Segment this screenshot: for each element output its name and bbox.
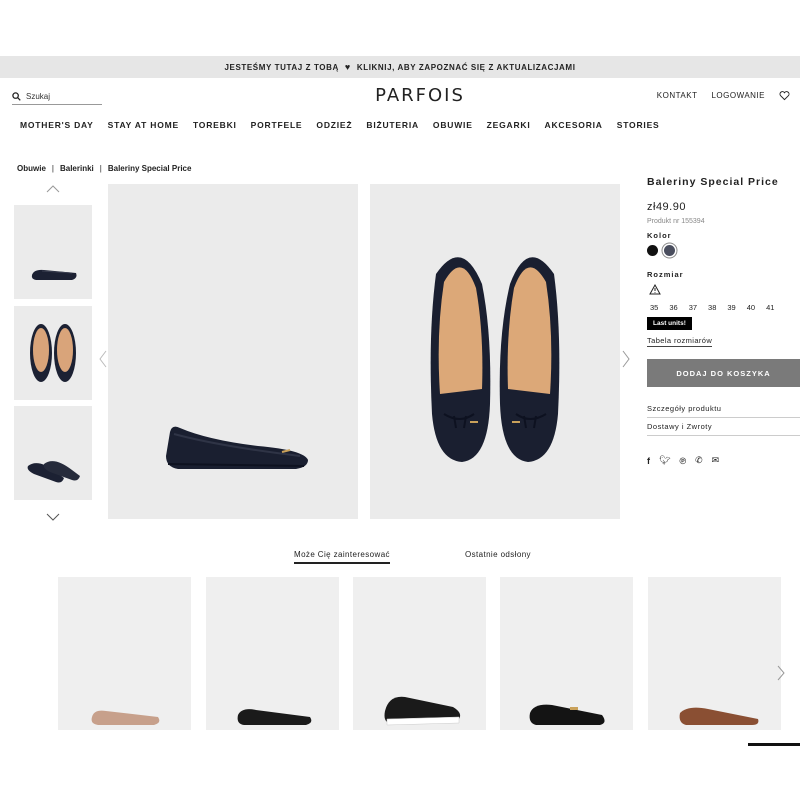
heart-icon: ♥ bbox=[344, 62, 351, 72]
size-option[interactable]: 35 bbox=[650, 303, 658, 312]
product-details-toggle[interactable]: Szczegóły produktu bbox=[647, 399, 800, 418]
color-swatch-navy[interactable] bbox=[664, 245, 675, 256]
nav-item-portfele[interactable]: PORTFELE bbox=[251, 120, 303, 130]
product-price: zł49.90 bbox=[647, 201, 686, 213]
product-card[interactable] bbox=[500, 577, 633, 730]
login-link[interactable]: LOGOWANIE bbox=[711, 91, 765, 100]
product-image-top[interactable] bbox=[370, 184, 620, 519]
product-card[interactable] bbox=[353, 577, 486, 730]
search-icon bbox=[12, 91, 21, 101]
recommendation-tabs: Może Cię zainteresować Ostatnie odsłony bbox=[294, 550, 531, 564]
announcement-text-right: KLIKNIJ, ABY ZAPOZNAĆ SIĘ Z AKTUALIZACJA… bbox=[356, 62, 576, 72]
main-nav: MOTHER'S DAY STAY AT HOME TOREBKI PORTFE… bbox=[20, 120, 660, 130]
size-option[interactable]: 41 bbox=[766, 303, 774, 312]
search-input[interactable] bbox=[26, 91, 96, 101]
nav-item-torebki[interactable]: TOREBKI bbox=[193, 120, 237, 130]
nav-item-odziez[interactable]: ODZIEŻ bbox=[316, 120, 352, 130]
nav-item-stay-at-home[interactable]: STAY AT HOME bbox=[108, 120, 179, 130]
chevron-left-icon[interactable] bbox=[98, 350, 108, 368]
size-option[interactable]: 38 bbox=[708, 303, 716, 312]
chevron-down-icon[interactable] bbox=[46, 512, 60, 522]
announcement-text-left: JESTEŚMY TUTAJ Z TOBĄ bbox=[224, 62, 339, 72]
breadcrumb-item[interactable]: Balerinki bbox=[60, 164, 94, 173]
product-info: Baleriny Special Price zł49.90 Produkt n… bbox=[647, 176, 800, 348]
product-card[interactable] bbox=[206, 577, 339, 730]
size-option[interactable]: 40 bbox=[747, 303, 755, 312]
size-option[interactable]: 37 bbox=[689, 303, 697, 312]
breadcrumb-item: Baleriny Special Price bbox=[107, 164, 192, 173]
product-code: Produkt nr 155394 bbox=[647, 218, 705, 225]
warning-icon bbox=[649, 283, 661, 295]
nav-item-akcesoria[interactable]: AKCESORIA bbox=[545, 120, 603, 130]
share-bar: f 🐦︎ ℗ ✆ ✉ bbox=[647, 455, 719, 466]
thumbnail-top-view[interactable] bbox=[14, 306, 92, 400]
chevron-right-icon[interactable] bbox=[621, 350, 631, 368]
chevron-right-icon[interactable] bbox=[777, 665, 785, 681]
breadcrumb: Obuwie | Balerinki | Baleriny Special Pr… bbox=[17, 164, 191, 173]
search-box[interactable] bbox=[12, 88, 102, 105]
thumbnail-side-view[interactable] bbox=[14, 205, 92, 299]
nav-item-zegarki[interactable]: ZEGARKI bbox=[487, 120, 531, 130]
nav-item-obuwie[interactable]: OBUWIE bbox=[433, 120, 473, 130]
breadcrumb-separator: | bbox=[99, 164, 102, 173]
scroll-indicator bbox=[748, 743, 800, 746]
breadcrumb-item[interactable]: Obuwie bbox=[17, 164, 46, 173]
size-option[interactable]: 39 bbox=[727, 303, 735, 312]
size-label: Rozmiar bbox=[647, 270, 684, 279]
pinterest-icon[interactable]: ℗ bbox=[679, 456, 686, 466]
breadcrumb-separator: | bbox=[51, 164, 54, 173]
product-card[interactable] bbox=[58, 577, 191, 730]
last-units-badge: Last units! bbox=[647, 317, 692, 330]
shipping-returns-toggle[interactable]: Dostawy i Zwroty bbox=[647, 417, 800, 436]
nav-item-stories[interactable]: STORIES bbox=[617, 120, 660, 130]
contact-link[interactable]: KONTAKT bbox=[657, 91, 698, 100]
add-to-cart-button[interactable]: DODAJ DO KOSZYKA bbox=[647, 359, 800, 387]
twitter-icon[interactable]: 🐦︎ bbox=[659, 455, 670, 466]
whatsapp-icon[interactable]: ✆ bbox=[695, 455, 703, 466]
email-icon[interactable]: ✉ bbox=[712, 455, 720, 466]
product-title: Baleriny Special Price bbox=[647, 176, 779, 188]
tab-recently-viewed[interactable]: Ostatnie odsłony bbox=[465, 550, 531, 564]
facebook-icon[interactable]: f bbox=[647, 456, 650, 466]
size-options: 35 36 37 38 39 40 41 bbox=[650, 303, 800, 312]
color-swatches bbox=[647, 245, 800, 256]
product-card[interactable] bbox=[648, 577, 781, 730]
color-swatch-black[interactable] bbox=[647, 245, 658, 256]
chevron-up-icon[interactable] bbox=[46, 184, 60, 194]
tab-recommended[interactable]: Może Cię zainteresować bbox=[294, 550, 390, 564]
wishlist-heart-icon[interactable] bbox=[779, 90, 790, 101]
size-option[interactable]: 36 bbox=[669, 303, 677, 312]
nav-item-mothers-day[interactable]: MOTHER'S DAY bbox=[20, 120, 94, 130]
nav-item-bizuteria[interactable]: BIŻUTERIA bbox=[366, 120, 419, 130]
color-label: Kolor bbox=[647, 231, 672, 240]
announcement-bar[interactable]: JESTEŚMY TUTAJ Z TOBĄ ♥ KLIKNIJ, ABY ZAP… bbox=[0, 56, 800, 78]
thumbnail-pair-view[interactable] bbox=[14, 406, 92, 500]
product-image-side[interactable] bbox=[108, 184, 358, 519]
brand-logo[interactable]: PARFOIS bbox=[340, 85, 500, 106]
size-table-link[interactable]: Tabela rozmiarów bbox=[647, 336, 713, 347]
